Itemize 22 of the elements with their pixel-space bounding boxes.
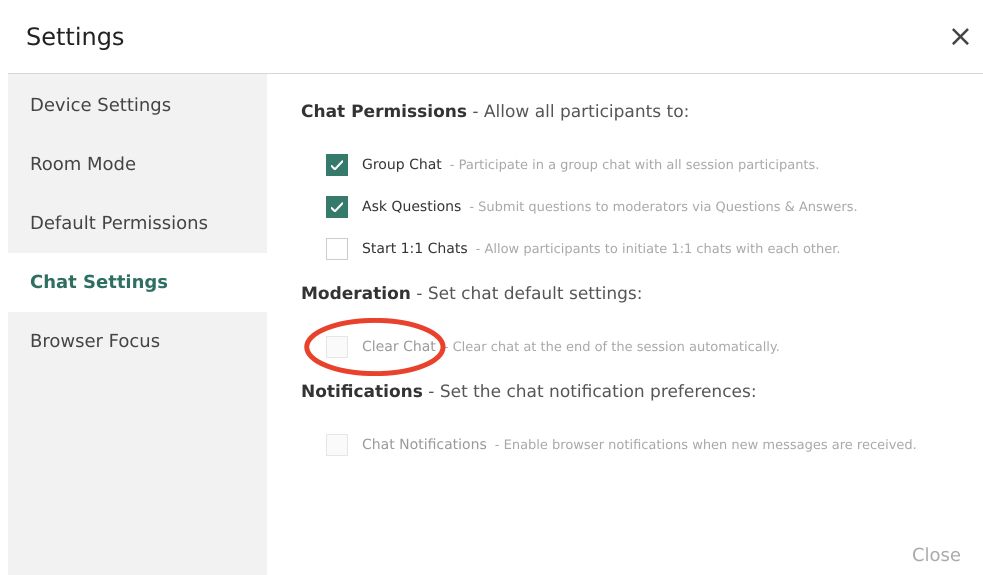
option-label: Clear Chat [362,339,436,355]
option-description: - Enable browser notifications when new messages are received. [494,438,917,452]
option-description: - Participate in a group chat with all session participants. [450,158,820,172]
sidebar-item[interactable]: Chat Settings [8,253,267,312]
option-description: - Submit questions to moderators via Questions & Answers. [469,200,858,214]
option-description: - Allow participants to initiate 1:1 chats with each other. [476,242,841,256]
check-icon [331,202,343,212]
sidebar-item[interactable]: Default Permissions [8,194,267,253]
window-title: Settings [26,22,124,50]
section-heading: Moderation - Set chat default settings: [301,284,644,304]
sidebar-item[interactable]: Room Mode [8,135,267,194]
option-label: Group Chat [362,157,442,173]
section-heading: Notifications - Set the chat notification preferences: [301,382,758,402]
sidebar-item[interactable]: Browser Focus [8,312,267,371]
checkbox[interactable] [326,196,348,218]
check-icon [331,160,343,170]
sidebar-item[interactable]: Device Settings [8,76,267,135]
section-heading: Chat Permissions - Allow all participants to: [301,102,690,122]
option-label: Chat Notifications [362,437,487,453]
option-label: Start 1:1 Chats [362,241,468,257]
option-label: Ask Questions [362,199,462,215]
checkbox[interactable] [326,154,348,176]
